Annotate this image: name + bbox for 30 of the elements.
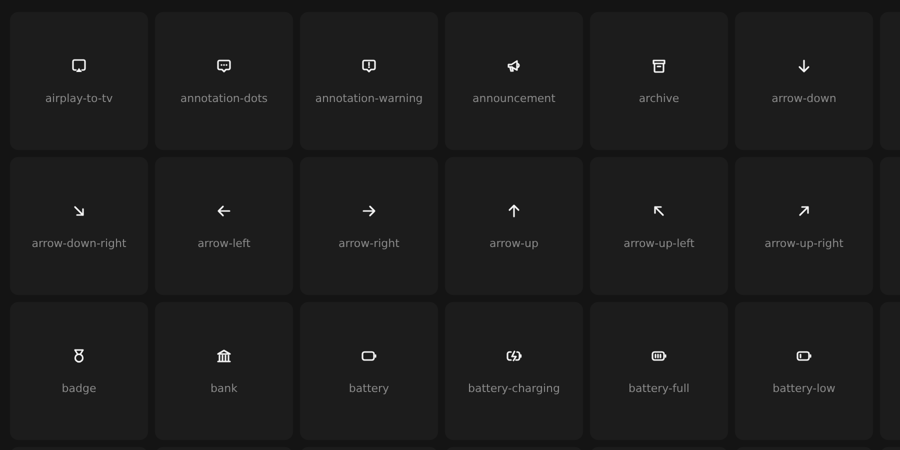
icon-tile[interactable]: archive [590, 12, 728, 150]
icon-tile[interactable]: arrow-up-right [735, 157, 873, 295]
bank-icon [216, 348, 232, 364]
megaphone-icon [506, 58, 522, 74]
icon-tile[interactable]: bank [155, 302, 293, 440]
icon-tile[interactable]: annotation-dots [155, 12, 293, 150]
arrow-left-icon [216, 202, 232, 218]
chat-dots-icon [216, 58, 232, 74]
chat-warning-icon [361, 58, 377, 74]
icon-tile[interactable]: announcement [445, 12, 583, 150]
icon-tile[interactable]: airplay-to-tv [10, 12, 148, 150]
icon-tile[interactable]: battery-charging [445, 302, 583, 440]
icon-tile[interactable]: arrow-down-right [10, 157, 148, 295]
icon-tile[interactable]: battery-full [590, 302, 728, 440]
medal-icon [71, 348, 87, 364]
icon-tile[interactable]: arrow-up [445, 157, 583, 295]
icon-tile[interactable]: arrow-left [155, 157, 293, 295]
icon-tile[interactable]: arrow-up-left [590, 157, 728, 295]
icon-tile[interactable]: arrow-down [735, 12, 873, 150]
battery-charging-icon [506, 348, 522, 364]
screen-icon [71, 58, 87, 74]
icon-tile[interactable]: battery-low [735, 302, 873, 440]
icon-tile[interactable]: badge [10, 302, 148, 440]
icon-tile[interactable]: annotation-warning [300, 12, 438, 150]
arrow-right-icon [361, 202, 377, 218]
icon-tile[interactable]: battery [300, 302, 438, 440]
arrow-up-icon [506, 202, 522, 218]
arrow-down-icon [796, 58, 812, 74]
archive-box-icon [651, 58, 667, 74]
icon-tile[interactable]: arrow-right [300, 157, 438, 295]
